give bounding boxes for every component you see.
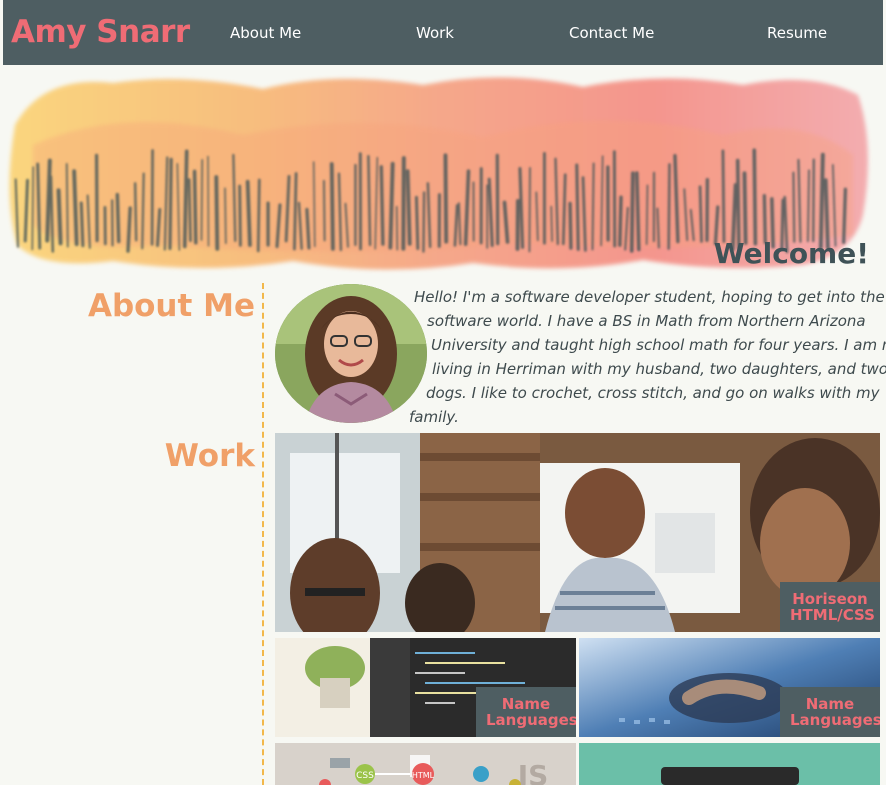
bio-line: living in Herriman with my husband, two … — [432, 360, 886, 378]
web-tech-icons-photo: CSS HTML JS — [275, 743, 576, 785]
bio-line: software world. I have a BS in Math from… — [427, 312, 866, 330]
grass-stroke — [575, 163, 580, 251]
grass-stroke — [245, 179, 252, 247]
grass-stroke — [379, 165, 385, 246]
html-label: HTML — [412, 771, 435, 780]
grass-stroke — [115, 192, 121, 244]
grass-stroke — [72, 169, 79, 247]
grass-stroke — [842, 187, 848, 244]
grass-stroke — [698, 185, 703, 243]
grass-stroke — [528, 166, 531, 253]
grass-stroke — [36, 162, 42, 250]
css-label: CSS — [356, 771, 374, 781]
project-languages: Languages — [790, 711, 880, 729]
grass-stroke — [443, 153, 449, 244]
hero-banner: Welcome! — [3, 65, 883, 280]
bio-line: Hello! I'm a software developer student,… — [414, 288, 885, 306]
grass-stroke — [568, 201, 573, 250]
nav-contact-me[interactable]: Contact Me — [569, 24, 654, 42]
grass-stroke — [305, 207, 311, 250]
grass-stroke — [388, 161, 395, 250]
grass-stroke — [645, 184, 649, 246]
grass-stroke — [192, 169, 198, 245]
grass-stroke — [133, 182, 138, 242]
grass-stroke — [422, 191, 426, 253]
bio-line: dogs. I like to crochet, cross stitch, a… — [426, 384, 880, 402]
grass-stroke — [141, 172, 145, 250]
grass-stroke — [762, 193, 767, 245]
project-languages: Languages — [486, 711, 576, 729]
grass-stroke — [818, 152, 825, 250]
grass-stroke — [182, 149, 189, 249]
project-card-horiseon[interactable]: Horiseon HTML/CSS — [275, 433, 880, 632]
grass-stroke — [395, 205, 399, 251]
work-heading: Work — [164, 438, 255, 474]
grass-stroke — [752, 148, 758, 246]
bio-line: family. — [409, 408, 459, 426]
about-me-bio: Hello! I'm a software developer student,… — [405, 285, 886, 429]
grass-stroke — [45, 158, 52, 243]
project-caption: Horiseon HTML/CSS — [780, 582, 880, 632]
grass-stroke — [238, 184, 242, 247]
section-divider — [262, 283, 264, 785]
grass-stroke — [618, 195, 623, 247]
grass-stroke — [168, 157, 173, 251]
nav-about-me[interactable]: About Me — [230, 24, 301, 42]
grass-stroke — [214, 175, 220, 251]
monitor-illustration — [579, 743, 880, 785]
grass-stroke — [150, 149, 154, 246]
grass-stroke — [812, 158, 815, 243]
grass-stroke — [629, 171, 635, 253]
grass-stroke — [224, 187, 227, 245]
grass-stroke — [31, 166, 35, 251]
nav-resume[interactable]: Resume — [767, 24, 827, 42]
js-label: JS — [516, 759, 549, 785]
grass-stroke — [806, 169, 811, 243]
grass-stroke — [550, 205, 553, 242]
project-languages: HTML/CSS — [790, 606, 875, 624]
grass-stroke — [207, 155, 210, 247]
top-navbar: Amy Snarr About Me Work Contact Me Resum… — [3, 0, 883, 65]
grass-stroke — [591, 162, 595, 251]
welcome-heading: Welcome! — [713, 237, 869, 270]
bio-line: University and taught high school math f… — [431, 336, 886, 354]
grass-stroke — [329, 162, 335, 251]
grass-stroke — [405, 169, 412, 246]
grass-stroke — [792, 171, 796, 243]
grass-stroke — [187, 178, 192, 242]
project-card-3[interactable]: Name Languages — [579, 638, 880, 737]
grass-stroke — [322, 179, 326, 242]
project-card-4[interactable]: CSS HTML JS — [275, 743, 576, 785]
grass-stroke — [126, 206, 132, 253]
about-me-heading: About Me — [87, 288, 255, 324]
grass-stroke — [367, 155, 372, 247]
grass-stroke — [256, 178, 261, 253]
grass-stroke — [667, 163, 671, 250]
brand-name[interactable]: Amy Snarr — [11, 14, 190, 50]
project-caption: Name Languages — [780, 687, 880, 737]
grass-stroke — [293, 172, 298, 251]
grass-stroke — [635, 171, 641, 252]
grass-stroke — [56, 188, 63, 246]
project-card-5[interactable] — [579, 743, 880, 785]
project-caption: Name Languages — [476, 687, 576, 737]
grass-stroke — [65, 163, 69, 248]
project-card-2[interactable]: Name Languages — [275, 638, 576, 737]
grass-stroke — [200, 159, 204, 241]
nav-work[interactable]: Work — [416, 24, 454, 42]
grass-stroke — [735, 158, 741, 250]
grass-stroke — [721, 149, 726, 243]
grass-stroke — [414, 195, 420, 250]
grass-stroke — [401, 156, 406, 251]
grass-stroke — [742, 171, 748, 245]
grass-stroke — [94, 153, 99, 243]
grass-stroke — [79, 201, 85, 248]
